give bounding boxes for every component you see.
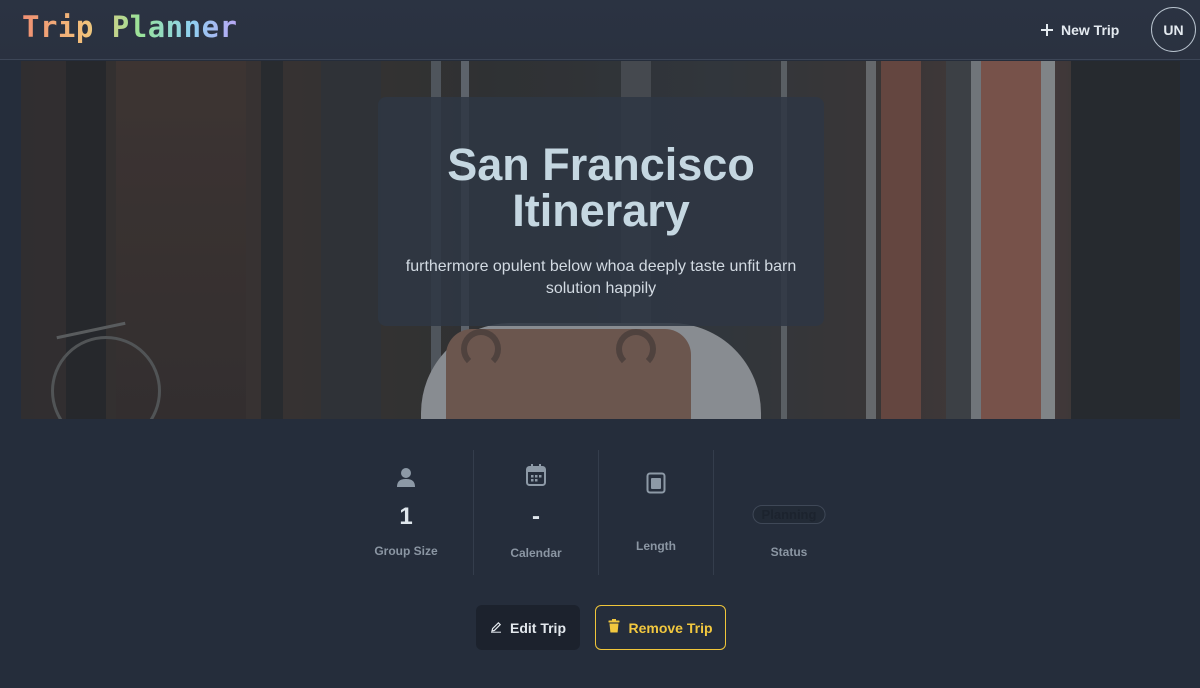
stat-calendar: - Calendar bbox=[474, 450, 598, 575]
edit-trip-label: Edit Trip bbox=[510, 619, 566, 636]
calendar-value: - bbox=[532, 503, 540, 530]
pencil-icon bbox=[490, 620, 502, 636]
plus-icon bbox=[1040, 23, 1054, 37]
edit-trip-button[interactable]: Edit Trip bbox=[476, 605, 580, 650]
trip-description: furthermore opulent below whoa deeply ta… bbox=[405, 258, 797, 297]
square-icon bbox=[646, 472, 666, 499]
trash-icon bbox=[608, 619, 620, 636]
stat-length: Length bbox=[599, 450, 713, 575]
user-avatar[interactable]: UN bbox=[1151, 7, 1196, 52]
trip-title: San Francisco Itinerary bbox=[447, 139, 755, 236]
remove-trip-button[interactable]: Remove Trip bbox=[595, 605, 726, 650]
group-size-label: Group Size bbox=[374, 544, 438, 558]
new-trip-label: New Trip bbox=[1061, 22, 1120, 38]
top-bar: Trip Planner New Trip UN bbox=[0, 0, 1200, 60]
calendar-label: Calendar bbox=[510, 546, 562, 560]
status-label: Status bbox=[770, 545, 808, 559]
person-icon bbox=[395, 466, 417, 493]
hero-card: San Francisco Itinerary furthermore opul… bbox=[378, 97, 824, 326]
calendar-icon bbox=[525, 463, 547, 492]
length-label: Length bbox=[636, 539, 676, 553]
hero-banner: San Francisco Itinerary furthermore opul… bbox=[21, 61, 1180, 419]
remove-trip-label: Remove Trip bbox=[628, 619, 713, 636]
group-size-value: 1 bbox=[399, 503, 413, 530]
stat-status: Planning Status bbox=[714, 450, 864, 575]
app-logo[interactable]: Trip Planner bbox=[22, 10, 238, 44]
status-badge: Planning bbox=[752, 505, 826, 524]
stat-group-size: 1 Group Size bbox=[340, 450, 472, 575]
new-trip-button[interactable]: New Trip bbox=[1040, 18, 1119, 42]
